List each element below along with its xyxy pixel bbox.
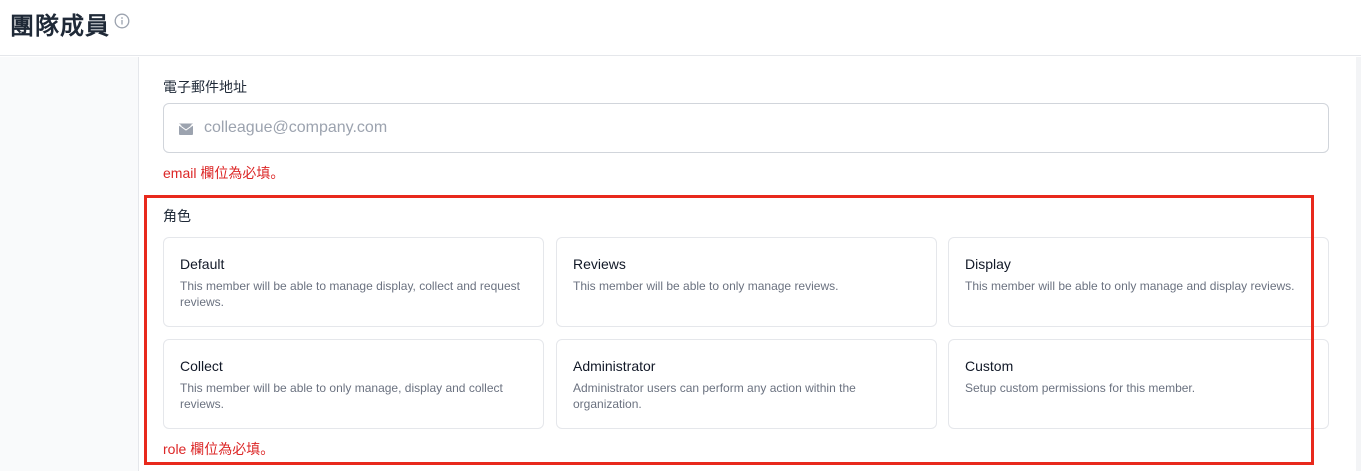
- role-option-title: Reviews: [573, 256, 626, 272]
- scrollbar-track[interactable]: [1356, 57, 1361, 471]
- role-option-title: Custom: [965, 358, 1014, 374]
- role-error-message: role 欄位為必填。: [163, 441, 275, 457]
- role-label: 角色: [163, 208, 191, 224]
- page-title: 團隊成員: [10, 13, 110, 40]
- role-option-title: Display: [965, 256, 1011, 272]
- role-option-reviews[interactable]: Reviews This member will be able to only…: [556, 237, 937, 327]
- email-label: 電子郵件地址: [163, 79, 247, 95]
- role-option-title: Administrator: [573, 358, 656, 374]
- role-option-description: This member will be able to manage displ…: [180, 279, 520, 309]
- role-option-default[interactable]: Default This member will be able to mana…: [163, 237, 544, 327]
- role-option-custom[interactable]: Custom Setup custom permissions for this…: [948, 339, 1329, 429]
- info-icon[interactable]: [114, 13, 130, 29]
- email-error-message: email 欄位為必填。: [163, 165, 285, 181]
- role-option-description: This member will be able to only manage …: [965, 279, 1295, 293]
- role-option-title: Collect: [180, 358, 223, 374]
- role-option-description: Administrator users can perform any acti…: [573, 381, 856, 411]
- role-option-description: This member will be able to only manage,…: [180, 381, 503, 411]
- mail-icon: [178, 122, 194, 136]
- page-header: 團隊成員: [0, 0, 1361, 56]
- role-option-display[interactable]: Display This member will be able to only…: [948, 237, 1329, 327]
- left-panel: [0, 57, 139, 471]
- email-input[interactable]: [204, 104, 1314, 152]
- role-option-description: Setup custom permissions for this member…: [965, 381, 1196, 395]
- email-field[interactable]: [163, 103, 1329, 153]
- role-option-description: This member will be able to only manage …: [573, 279, 839, 293]
- role-option-collect[interactable]: Collect This member will be able to only…: [163, 339, 544, 429]
- role-option-title: Default: [180, 256, 225, 272]
- role-option-administrator[interactable]: Administrator Administrator users can pe…: [556, 339, 937, 429]
